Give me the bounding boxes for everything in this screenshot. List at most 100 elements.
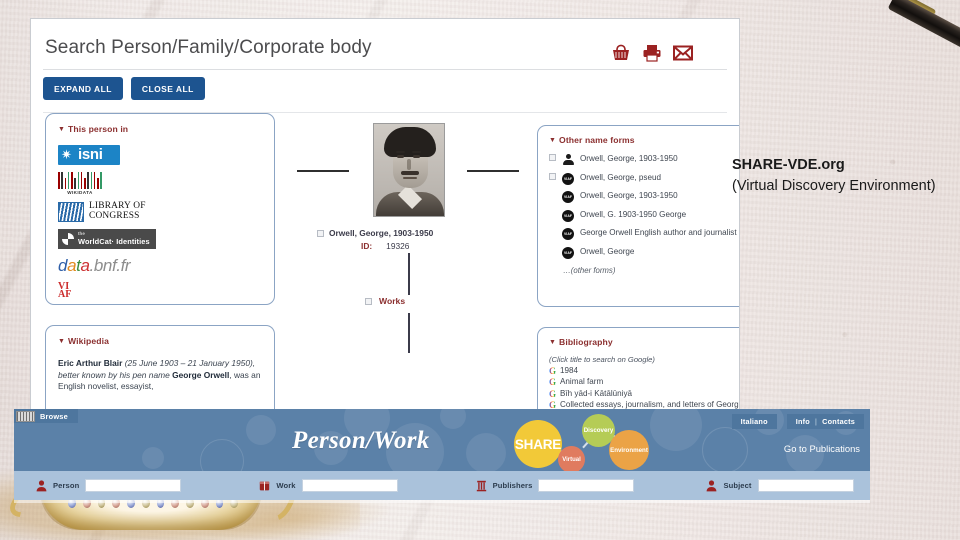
viaf-icon: VIAF	[562, 228, 574, 240]
list-item[interactable]: VIAF Orwell, George	[549, 246, 739, 259]
share-vde-banner: Browse SHARE Virtual Discovery Environme…	[14, 409, 870, 500]
bnf-d: d	[58, 255, 68, 275]
close-all-button[interactable]: CLOSE ALL	[130, 77, 205, 100]
bibliography-label: Bibliography	[559, 337, 613, 347]
list-item[interactable]: G Bīh yād-i Kātālūniyā	[549, 388, 739, 399]
loc-line2: CONGRESS	[89, 211, 140, 221]
card-toolbar	[611, 44, 693, 62]
person-node[interactable]: Orwell, George, 1903-1950	[317, 228, 433, 238]
language-switch[interactable]: Italiano	[731, 414, 777, 429]
worldcat-label: the WorldCat· Identities	[78, 231, 150, 246]
list-item[interactable]: VIAF Orwell, George, pseud	[549, 172, 739, 185]
viaf-icon: VIAF	[562, 191, 574, 203]
tree-line-lower	[408, 313, 410, 353]
subject-input[interactable]	[757, 479, 854, 492]
bibliography-title: Bīh yād-i Kātālūniyā	[560, 388, 633, 398]
envelope-icon[interactable]	[673, 44, 693, 62]
caption-subtitle: (Virtual Discovery Environment)	[732, 178, 936, 194]
bibliography-hint: (Click title to search on Google)	[549, 355, 655, 364]
isni-star-icon: ✷	[61, 147, 72, 162]
loc-label: LIBRARY OF CONGRESS	[89, 202, 146, 221]
list-item[interactable]: G Animal farm	[549, 377, 739, 388]
other-forms-more[interactable]: …(other forms)	[563, 266, 739, 275]
wikidata-logo[interactable]: WIKIDATA	[58, 172, 102, 195]
viaf-line1: VI	[58, 280, 70, 292]
publishers-input[interactable]	[538, 479, 635, 492]
person-id: ID: 19326	[361, 241, 409, 251]
bnf-rest: .bnf.fr	[89, 255, 131, 275]
bnf-a1: a	[67, 255, 77, 275]
person-node-checkbox[interactable]	[317, 229, 324, 237]
person-icon	[707, 479, 717, 491]
name-label: Orwell, George, pseud	[580, 172, 661, 182]
banner-link-group: Italiano Info | Contacts	[731, 414, 864, 429]
person-input[interactable]	[85, 479, 182, 492]
google-icon: G	[549, 366, 557, 376]
name-label: Orwell, G. 1903-1950 George	[580, 209, 687, 219]
name-label: George Orwell English author and journal…	[580, 228, 737, 237]
link-divider: |	[814, 417, 818, 426]
work-input[interactable]	[301, 479, 398, 492]
caret-down-icon: ▼	[58, 125, 66, 133]
slide-caption: SHARE-VDE.org (Virtual Discovery Environ…	[732, 155, 952, 197]
wikipedia-header[interactable]: ▼ Wikipedia	[58, 336, 262, 346]
browse-tab[interactable]: Browse	[14, 409, 78, 423]
works-checkbox[interactable]	[365, 297, 372, 305]
name-label: Orwell, George	[580, 246, 635, 256]
search-field-person: Person	[36, 479, 182, 492]
banner-title: Person/Work	[292, 427, 430, 454]
banner-bottom-edge	[14, 500, 870, 503]
banner-search-bar: Person Work Publishers Subject	[14, 471, 870, 500]
works-node[interactable]: Works	[365, 296, 405, 306]
loc-flag-icon	[58, 202, 84, 222]
person-icon	[562, 154, 574, 166]
work-label: Work	[276, 481, 296, 490]
person-portrait[interactable]	[373, 123, 445, 217]
wikipedia-pen-name: George Orwell	[172, 369, 230, 380]
person-label: Person	[53, 481, 80, 490]
contacts-link[interactable]: Contacts	[822, 417, 855, 426]
expand-all-button[interactable]: EXPAND ALL	[43, 77, 123, 100]
search-field-publishers: Publishers	[476, 479, 635, 492]
wikipedia-abstract: Eric Arthur Blair (25 June 1903 – 21 Jan…	[58, 358, 262, 393]
person-icon	[36, 479, 47, 491]
isni-label: isni	[78, 146, 103, 163]
this-person-in-header[interactable]: ▼ This person in	[58, 124, 262, 134]
wikipedia-real-name: Eric Arthur Blair	[58, 358, 123, 368]
logo-bubble-environment: Environment	[609, 430, 649, 470]
data-bnf-fr-logo[interactable]: data.bnf.fr	[58, 256, 262, 276]
logo-bubble-share: SHARE	[514, 420, 562, 468]
google-icon: G	[549, 377, 557, 388]
worldcat-identities-logo[interactable]: the WorldCat· Identities	[58, 229, 156, 249]
building-icon	[476, 480, 486, 491]
logo-bubble-virtual: Virtual	[558, 446, 585, 471]
wikidata-barcode-icon	[58, 172, 102, 189]
google-icon: G	[549, 388, 557, 399]
viaf-logo[interactable]: VI AF	[58, 280, 262, 300]
bnf-a2: a	[80, 255, 90, 275]
list-item[interactable]: VIAF Orwell, George, 1903-1950	[549, 191, 739, 203]
share-vde-logo[interactable]: SHARE Virtual Discovery Environment	[514, 414, 689, 471]
name-checkbox[interactable]	[549, 154, 556, 161]
person-tree: Orwell, George, 1903-1950 ID: 19326 Works	[289, 115, 529, 426]
other-name-forms-header[interactable]: ▼ Other name forms	[549, 135, 739, 145]
list-item[interactable]: VIAF George Orwell English author and jo…	[549, 228, 739, 240]
external-source-logos: ✷ isni WIKIDATA LIBRARY OF CONGRESS the …	[58, 145, 262, 300]
list-item[interactable]: G 1984	[549, 366, 739, 376]
go-to-publications-link[interactable]: Go to Publications	[784, 443, 860, 454]
isni-logo[interactable]: ✷ isni	[58, 145, 120, 165]
name-checkbox[interactable]	[549, 172, 556, 180]
list-item[interactable]: Orwell, George, 1903-1950	[549, 154, 739, 166]
basket-icon[interactable]	[611, 44, 631, 62]
bibliography-title: 1984	[560, 366, 579, 375]
search-field-work: Work	[259, 479, 398, 492]
info-link[interactable]: Info	[796, 417, 810, 426]
wikidata-label: WIKIDATA	[67, 190, 93, 195]
printer-icon[interactable]	[642, 44, 662, 62]
worldcat-main: WorldCat· Identities	[78, 236, 150, 246]
bibliography-header[interactable]: ▼ Bibliography	[549, 337, 739, 347]
name-label: Orwell, George, 1903-1950	[580, 154, 678, 163]
library-of-congress-logo[interactable]: LIBRARY OF CONGRESS	[58, 202, 262, 222]
list-item[interactable]: VIAF Orwell, G. 1903-1950 George	[549, 209, 739, 222]
works-label: Works	[379, 296, 406, 306]
